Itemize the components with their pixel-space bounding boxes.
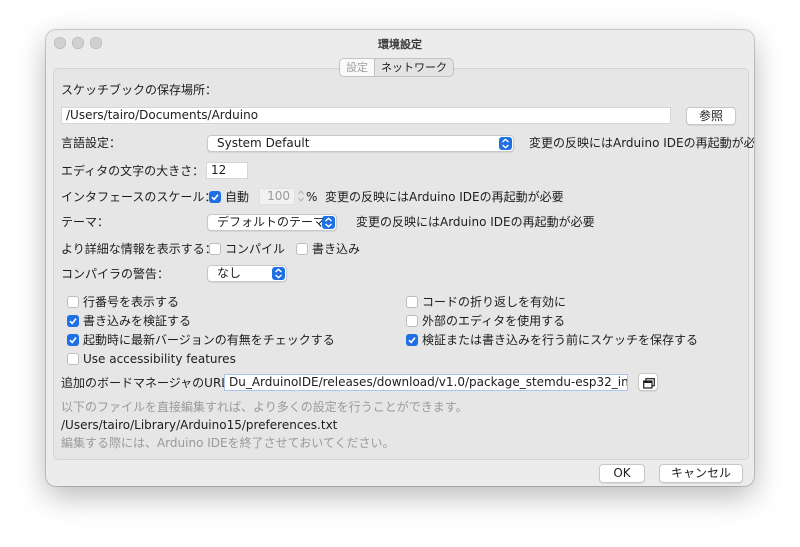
select-arrows-icon bbox=[322, 216, 335, 229]
tab-settings[interactable]: 設定 bbox=[340, 59, 375, 76]
check-updates-checkbox[interactable] bbox=[67, 334, 79, 346]
theme-label: テーマ： bbox=[61, 215, 110, 229]
theme-select[interactable]: デフォルトのテーマ bbox=[207, 214, 337, 231]
edit-url-list-button[interactable] bbox=[638, 373, 658, 391]
boards-url-label: 追加のボードマネージャのURL： bbox=[61, 376, 240, 390]
window-icon bbox=[643, 377, 655, 389]
verify-upload-checkbox[interactable] bbox=[67, 315, 79, 327]
external-editor-checkbox[interactable] bbox=[406, 315, 418, 327]
tab-network[interactable]: ネットワーク bbox=[375, 59, 453, 76]
more-settings-hint: 以下のファイルを直接編集すれば、より多くの設定を行うことができます。 bbox=[61, 400, 468, 414]
scale-restart-note: 変更の反映にはArduino IDEの再起動が必要 bbox=[325, 190, 564, 204]
ok-button[interactable]: OK bbox=[599, 464, 645, 483]
check-updates-label: 起動時に最新バージョンの有無をチェックする bbox=[83, 333, 335, 347]
language-restart-note: 変更の反映にはArduino IDEの再起動が必要 bbox=[529, 136, 754, 150]
language-select-value: System Default bbox=[217, 136, 310, 150]
scale-stepper[interactable] bbox=[297, 188, 305, 204]
show-line-numbers-checkbox[interactable] bbox=[67, 296, 79, 308]
edit-warning-note: 編集する際には、Arduino IDEを終了させておいてください。 bbox=[61, 436, 395, 450]
warnings-label: コンパイラの警告： bbox=[61, 267, 170, 281]
verbose-upload-checkbox[interactable] bbox=[296, 243, 308, 255]
cancel-button[interactable]: キャンセル bbox=[659, 464, 743, 483]
language-label: 言語設定： bbox=[61, 136, 122, 150]
scale-auto-label: 自動 bbox=[225, 190, 250, 204]
show-line-numbers-label: 行番号を表示する bbox=[83, 295, 180, 309]
boards-url-input[interactable]: Du_ArduinoIDE/releases/download/v1.0/pac… bbox=[224, 374, 628, 391]
sketchbook-path-input[interactable]: /Users/tairo/Documents/Arduino bbox=[61, 107, 671, 124]
external-editor-label: 外部のエディタを使用する bbox=[422, 314, 566, 328]
accessibility-label: Use accessibility features bbox=[83, 352, 236, 366]
select-arrows-icon bbox=[272, 267, 285, 280]
font-size-input[interactable]: 12 bbox=[206, 162, 248, 179]
preferences-path: /Users/tairo/Library/Arduino15/preferenc… bbox=[61, 418, 338, 432]
theme-restart-note: 変更の反映にはArduino IDEの再起動が必要 bbox=[356, 215, 595, 229]
scale-label: インタフェースのスケール： bbox=[61, 190, 217, 204]
warnings-select[interactable]: なし bbox=[207, 265, 287, 282]
title-bar: 環境設定 bbox=[46, 30, 754, 56]
warnings-select-value: なし bbox=[217, 266, 242, 280]
preferences-window: 環境設定 スケッチブックの保存場所： /Users/tairo/Document… bbox=[46, 30, 754, 486]
verbose-compile-checkbox[interactable] bbox=[209, 243, 221, 255]
sketchbook-label: スケッチブックの保存場所： bbox=[61, 83, 218, 97]
save-before-upload-label: 検証または書き込みを行う前にスケッチを保存する bbox=[422, 333, 699, 347]
font-size-label: エディタの文字の大きさ： bbox=[61, 164, 205, 178]
verbose-label: より詳細な情報を表示する： bbox=[61, 242, 217, 256]
verify-upload-label: 書き込みを検証する bbox=[83, 314, 192, 328]
verbose-compile-label: コンパイル bbox=[225, 242, 286, 256]
browse-button[interactable]: 参照 bbox=[686, 107, 736, 125]
tab-bar: 設定 ネットワーク bbox=[339, 58, 454, 77]
scale-value-input[interactable]: 100 bbox=[259, 188, 295, 205]
code-folding-checkbox[interactable] bbox=[406, 296, 418, 308]
language-select[interactable]: System Default bbox=[207, 135, 514, 152]
select-arrows-icon bbox=[499, 137, 512, 150]
settings-panel: スケッチブックの保存場所： /Users/tairo/Documents/Ard… bbox=[53, 68, 754, 460]
verbose-upload-label: 書き込み bbox=[312, 242, 361, 256]
window-title: 環境設定 bbox=[378, 38, 422, 51]
scale-auto-checkbox[interactable] bbox=[209, 191, 221, 203]
save-before-upload-checkbox[interactable] bbox=[406, 334, 418, 346]
code-folding-label: コードの折り返しを有効に bbox=[422, 295, 567, 309]
scale-unit: % bbox=[306, 190, 318, 204]
theme-select-value: デフォルトのテーマ bbox=[217, 215, 326, 229]
accessibility-checkbox[interactable] bbox=[67, 353, 79, 365]
